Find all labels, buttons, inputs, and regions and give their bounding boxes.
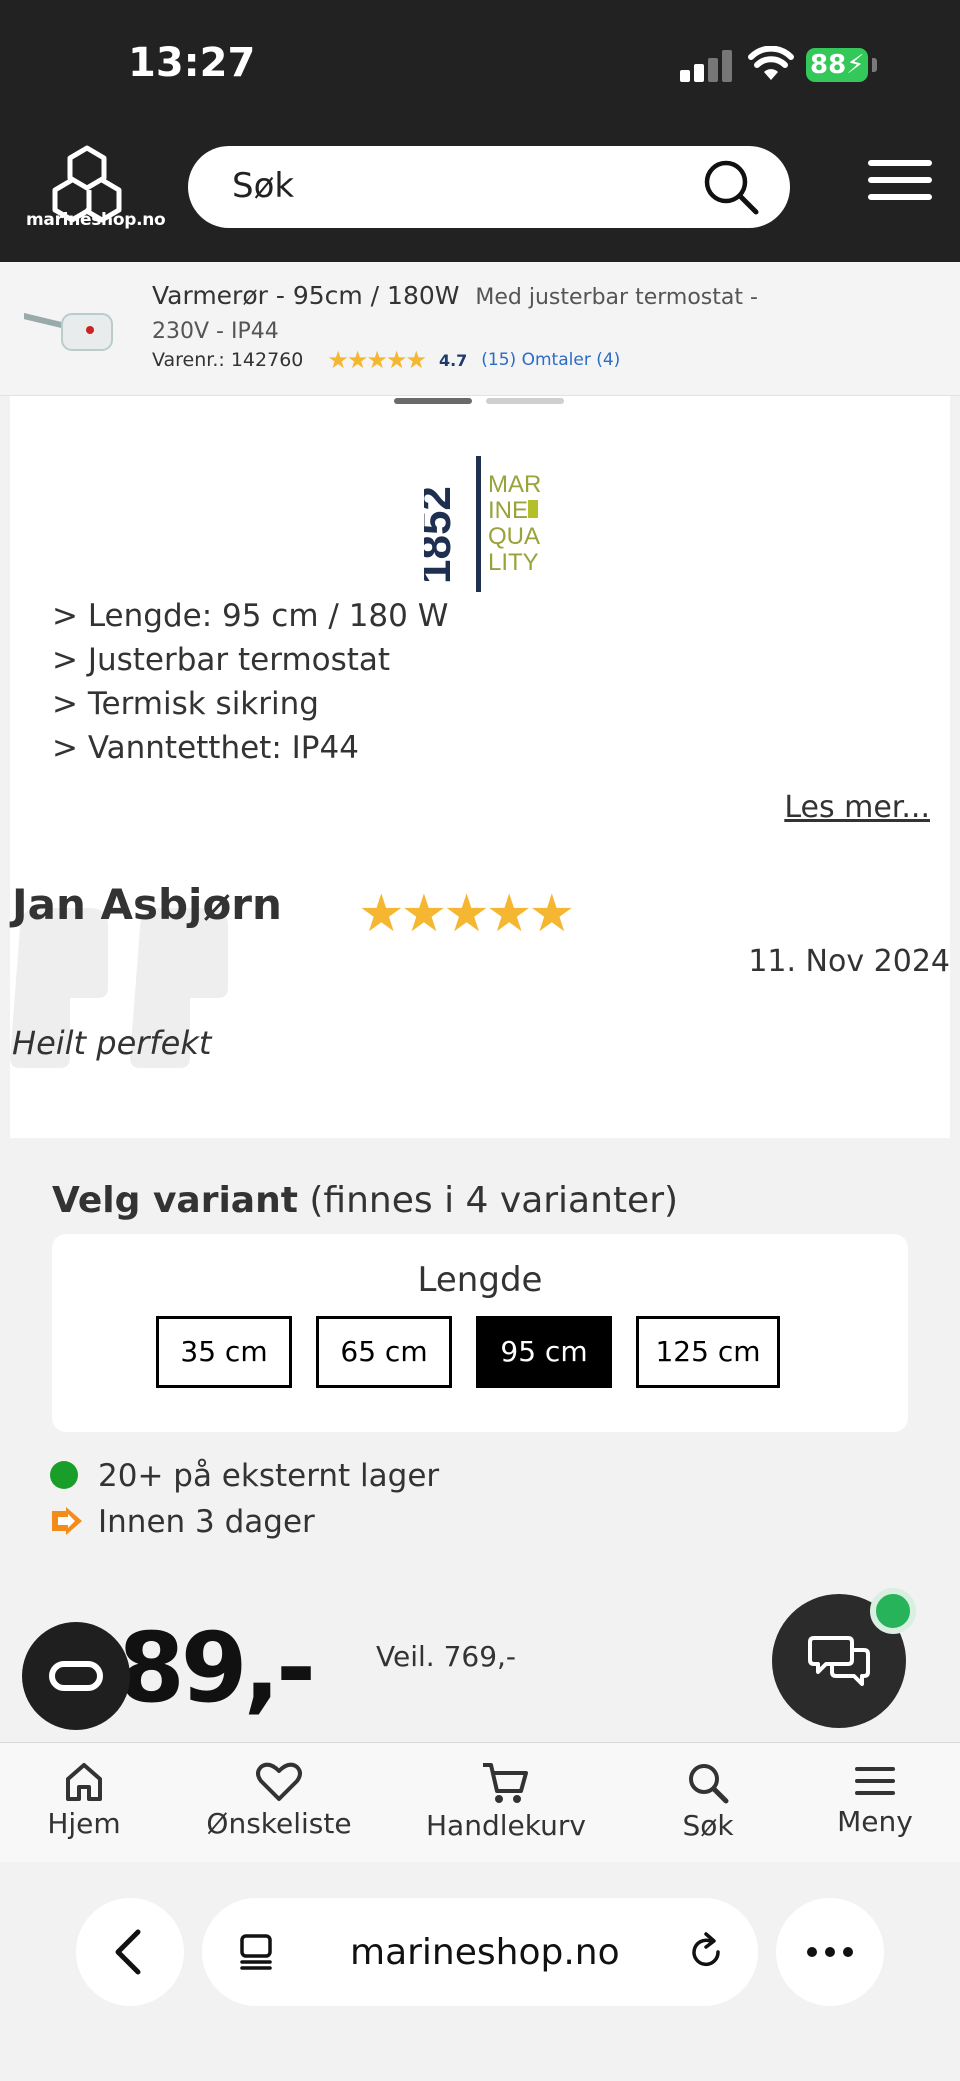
svg-text:QUA: QUA <box>488 523 540 550</box>
variant-option-35cm[interactable]: 35 cm <box>156 1316 292 1388</box>
variant-heading: Velg variant (finnes i 4 varianter) <box>52 1180 678 1221</box>
menu-icon <box>855 1767 895 1795</box>
svg-text:1852: 1852 <box>424 486 460 584</box>
product-thumbnail <box>24 313 113 351</box>
rating-stars: ★★★★★ <box>327 346 427 374</box>
reload-icon[interactable] <box>684 1930 728 1974</box>
logo-text: marineshop.no <box>26 210 166 230</box>
variant-option-95cm-selected[interactable]: 95 cm <box>476 1316 612 1388</box>
variant-heading-bold: Velg variant <box>52 1180 298 1221</box>
rating-value: 4.7 <box>438 350 468 370</box>
more-options-button[interactable] <box>776 1898 884 2006</box>
feature-list: > Lengde: 95 cm / 180 W > Justerbar term… <box>52 594 448 770</box>
read-more-link[interactable]: Les mer... <box>784 790 930 825</box>
reviews-link[interactable]: (15) Omtaler (4) <box>481 350 620 370</box>
svg-text:MAR: MAR <box>488 471 541 498</box>
variant-selector: Lengde 35 cm 65 cm 95 cm 125 cm <box>52 1234 908 1432</box>
search-icon <box>689 1764 729 1804</box>
price: 89,- <box>118 1612 316 1724</box>
product-name: Varmerør - 95cm / 180W <box>152 281 460 310</box>
nav-wishlist[interactable]: Ønskeliste <box>204 1761 354 1840</box>
nav-search[interactable]: Søk <box>672 1761 744 1842</box>
url-text: marineshop.no <box>350 1932 620 1973</box>
review-stars: ★★★★★ <box>358 884 575 944</box>
online-status-dot <box>870 1588 916 1634</box>
nav-cart[interactable]: Handlekurv <box>426 1761 586 1842</box>
feature-item: > Lengde: 95 cm / 180 W <box>52 598 449 634</box>
variant-label: Lengde <box>417 1260 543 1300</box>
address-bar[interactable]: marineshop.no <box>202 1898 758 2006</box>
product-description: 1852 MAR INE QUA LITY > Lengde: 95 cm / … <box>10 396 950 1138</box>
nav-label: Søk <box>682 1809 734 1842</box>
in-stock-dot-icon <box>50 1461 78 1489</box>
stock-text: 20+ på eksternt lager <box>98 1458 440 1494</box>
nav-label: Handlekurv <box>426 1809 586 1842</box>
delivery-text: Innen 3 dager <box>98 1504 315 1540</box>
review-author: Jan Asbjørn <box>12 880 282 929</box>
feature-item: > Termisk sikring <box>52 686 319 722</box>
variant-heading-rest: (finnes i 4 varianter) <box>309 1180 679 1221</box>
infinity-icon <box>49 1661 103 1691</box>
suggested-price: Veil. 769,- <box>376 1640 517 1673</box>
loop-button[interactable] <box>22 1622 130 1730</box>
product-meta: Varenr.: 142760 ★★★★★ 4.7 (15) Omtaler (… <box>152 346 620 374</box>
review-text: Heilt perfekt <box>12 1024 212 1062</box>
heart-icon <box>256 1762 302 1801</box>
menu-icon[interactable] <box>868 160 932 208</box>
search-placeholder: Søk <box>232 166 295 206</box>
product-summary: Varmerør - 95cm / 180W Med justerbar ter… <box>0 262 960 396</box>
nav-menu[interactable]: Meny <box>832 1761 918 1838</box>
nav-label: Ønskeliste <box>206 1807 352 1840</box>
ellipsis-icon <box>807 1947 853 1957</box>
svg-text:INE: INE <box>488 497 528 524</box>
home-icon <box>66 1763 102 1801</box>
status-time: 13:27 <box>128 40 256 86</box>
feature-item: > Vanntetthet: IP44 <box>52 730 359 766</box>
review-date: 11. Nov 2024 <box>748 944 950 979</box>
product-title: Varmerør - 95cm / 180W Med justerbar ter… <box>152 280 772 348</box>
battery-indicator: 88⚡ <box>806 48 868 82</box>
variant-option-125cm[interactable]: 125 cm <box>636 1316 780 1388</box>
delivery-arrow-icon <box>52 1507 82 1535</box>
sku: Varenr.: 142760 <box>152 349 304 371</box>
cart-icon <box>483 1763 528 1803</box>
search-icon[interactable] <box>702 158 760 216</box>
tab-overview-icon[interactable] <box>234 1930 278 1974</box>
variant-option-65cm[interactable]: 65 cm <box>316 1316 452 1388</box>
browser-back-button[interactable] <box>76 1898 184 2006</box>
wifi-icon <box>748 46 794 80</box>
nav-home[interactable]: Hjem <box>36 1761 132 1840</box>
nav-label: Meny <box>837 1805 913 1838</box>
nav-label: Hjem <box>47 1807 121 1840</box>
delivery-info: Innen 3 dager <box>50 1504 315 1540</box>
chevron-left-icon <box>115 1929 141 1975</box>
browser-toolbar: marineshop.no <box>0 1862 960 2081</box>
feature-item: > Justerbar termostat <box>52 642 391 678</box>
bottom-navigation: Hjem Ønskeliste Handlekurv Søk Meny <box>0 1742 960 1862</box>
svg-text:LITY: LITY <box>488 549 539 576</box>
brand-logo-1852: 1852 MAR INE QUA LITY <box>424 456 541 592</box>
stock-status: 20+ på eksternt lager <box>50 1458 439 1494</box>
signal-icon <box>680 50 732 82</box>
search-input[interactable]: Søk <box>188 146 790 228</box>
battery-cap <box>872 58 877 72</box>
